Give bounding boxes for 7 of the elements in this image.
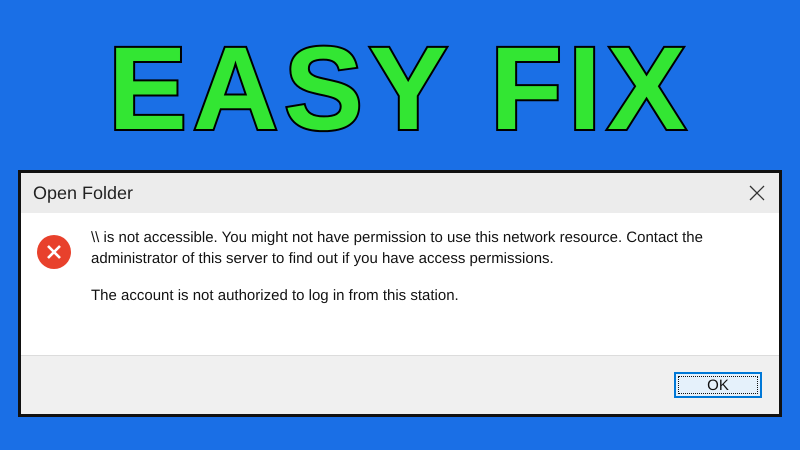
message-text: \\ is not accessible. You might not have permission to use this network resource. Contact the administrator of this server to find out if you have access permissions. — [91, 228, 704, 269]
window-title: Open Folder — [33, 182, 134, 204]
error-icon — [37, 235, 71, 269]
headline: EASY FIX — [108, 30, 692, 157]
close-icon[interactable] — [749, 185, 765, 201]
ok-button[interactable]: OK — [674, 372, 762, 398]
message-text: The account is not authorized to log in from this station. — [91, 286, 460, 306]
